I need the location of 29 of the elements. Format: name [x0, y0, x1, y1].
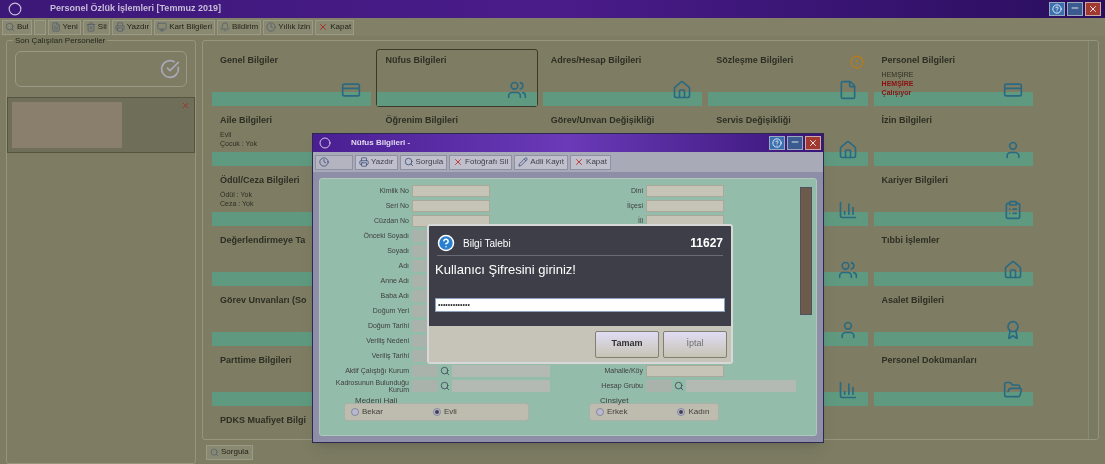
card-title: Genel Bilgiler	[220, 54, 279, 67]
radio-label: Bekar	[362, 406, 383, 418]
card-title: Servis Değişikliği	[716, 114, 791, 127]
radio-label: Erkek	[607, 406, 628, 418]
group-legend: Cinsiyet	[600, 396, 629, 405]
message-prompt: Kullanıcı Şifresini giriniz!	[435, 261, 577, 279]
card-title: Nüfus Bilgileri	[385, 54, 447, 67]
card-title: Personel Bilgileri	[881, 54, 956, 67]
window-title: Personel Özlük İşlemleri [Temmuz 2019]	[50, 2, 221, 16]
card-title: Görev/Unvan Değişikliği	[550, 114, 655, 127]
card-title: Personel Dokümanları	[881, 354, 977, 367]
card-title: Kariyer Bilgileri	[881, 174, 949, 187]
radio-label: Evli	[443, 406, 457, 418]
message-title: Bilgi Talebi	[463, 236, 511, 251]
radio-label: Kadın	[688, 406, 710, 418]
card-title: Değerlendirmeye Ta	[220, 234, 306, 247]
group-legend: Medeni Hali	[355, 396, 398, 405]
card-title: Parttime Bilgileri	[220, 354, 292, 367]
card-title: Ödül/Ceza Bilgileri	[220, 174, 300, 187]
card-title: Aile Bilgileri	[220, 114, 272, 127]
card-title: Asalet Bilgileri	[881, 294, 945, 307]
message-code: 11627	[690, 235, 723, 252]
card-title: Tıbbi İşlemler	[881, 234, 940, 247]
card-title: İzin Bilgileri	[881, 114, 933, 127]
card-title: Adres/Hesap Bilgileri	[550, 54, 642, 67]
card-title: Sözleşme Bilgileri	[716, 54, 794, 67]
card-title: Görev Unvanları (So	[220, 294, 307, 307]
dialog-title: Nüfus Bilgileri -	[351, 137, 411, 149]
panel-legend: Son Çalışılan Personeller	[13, 35, 108, 47]
